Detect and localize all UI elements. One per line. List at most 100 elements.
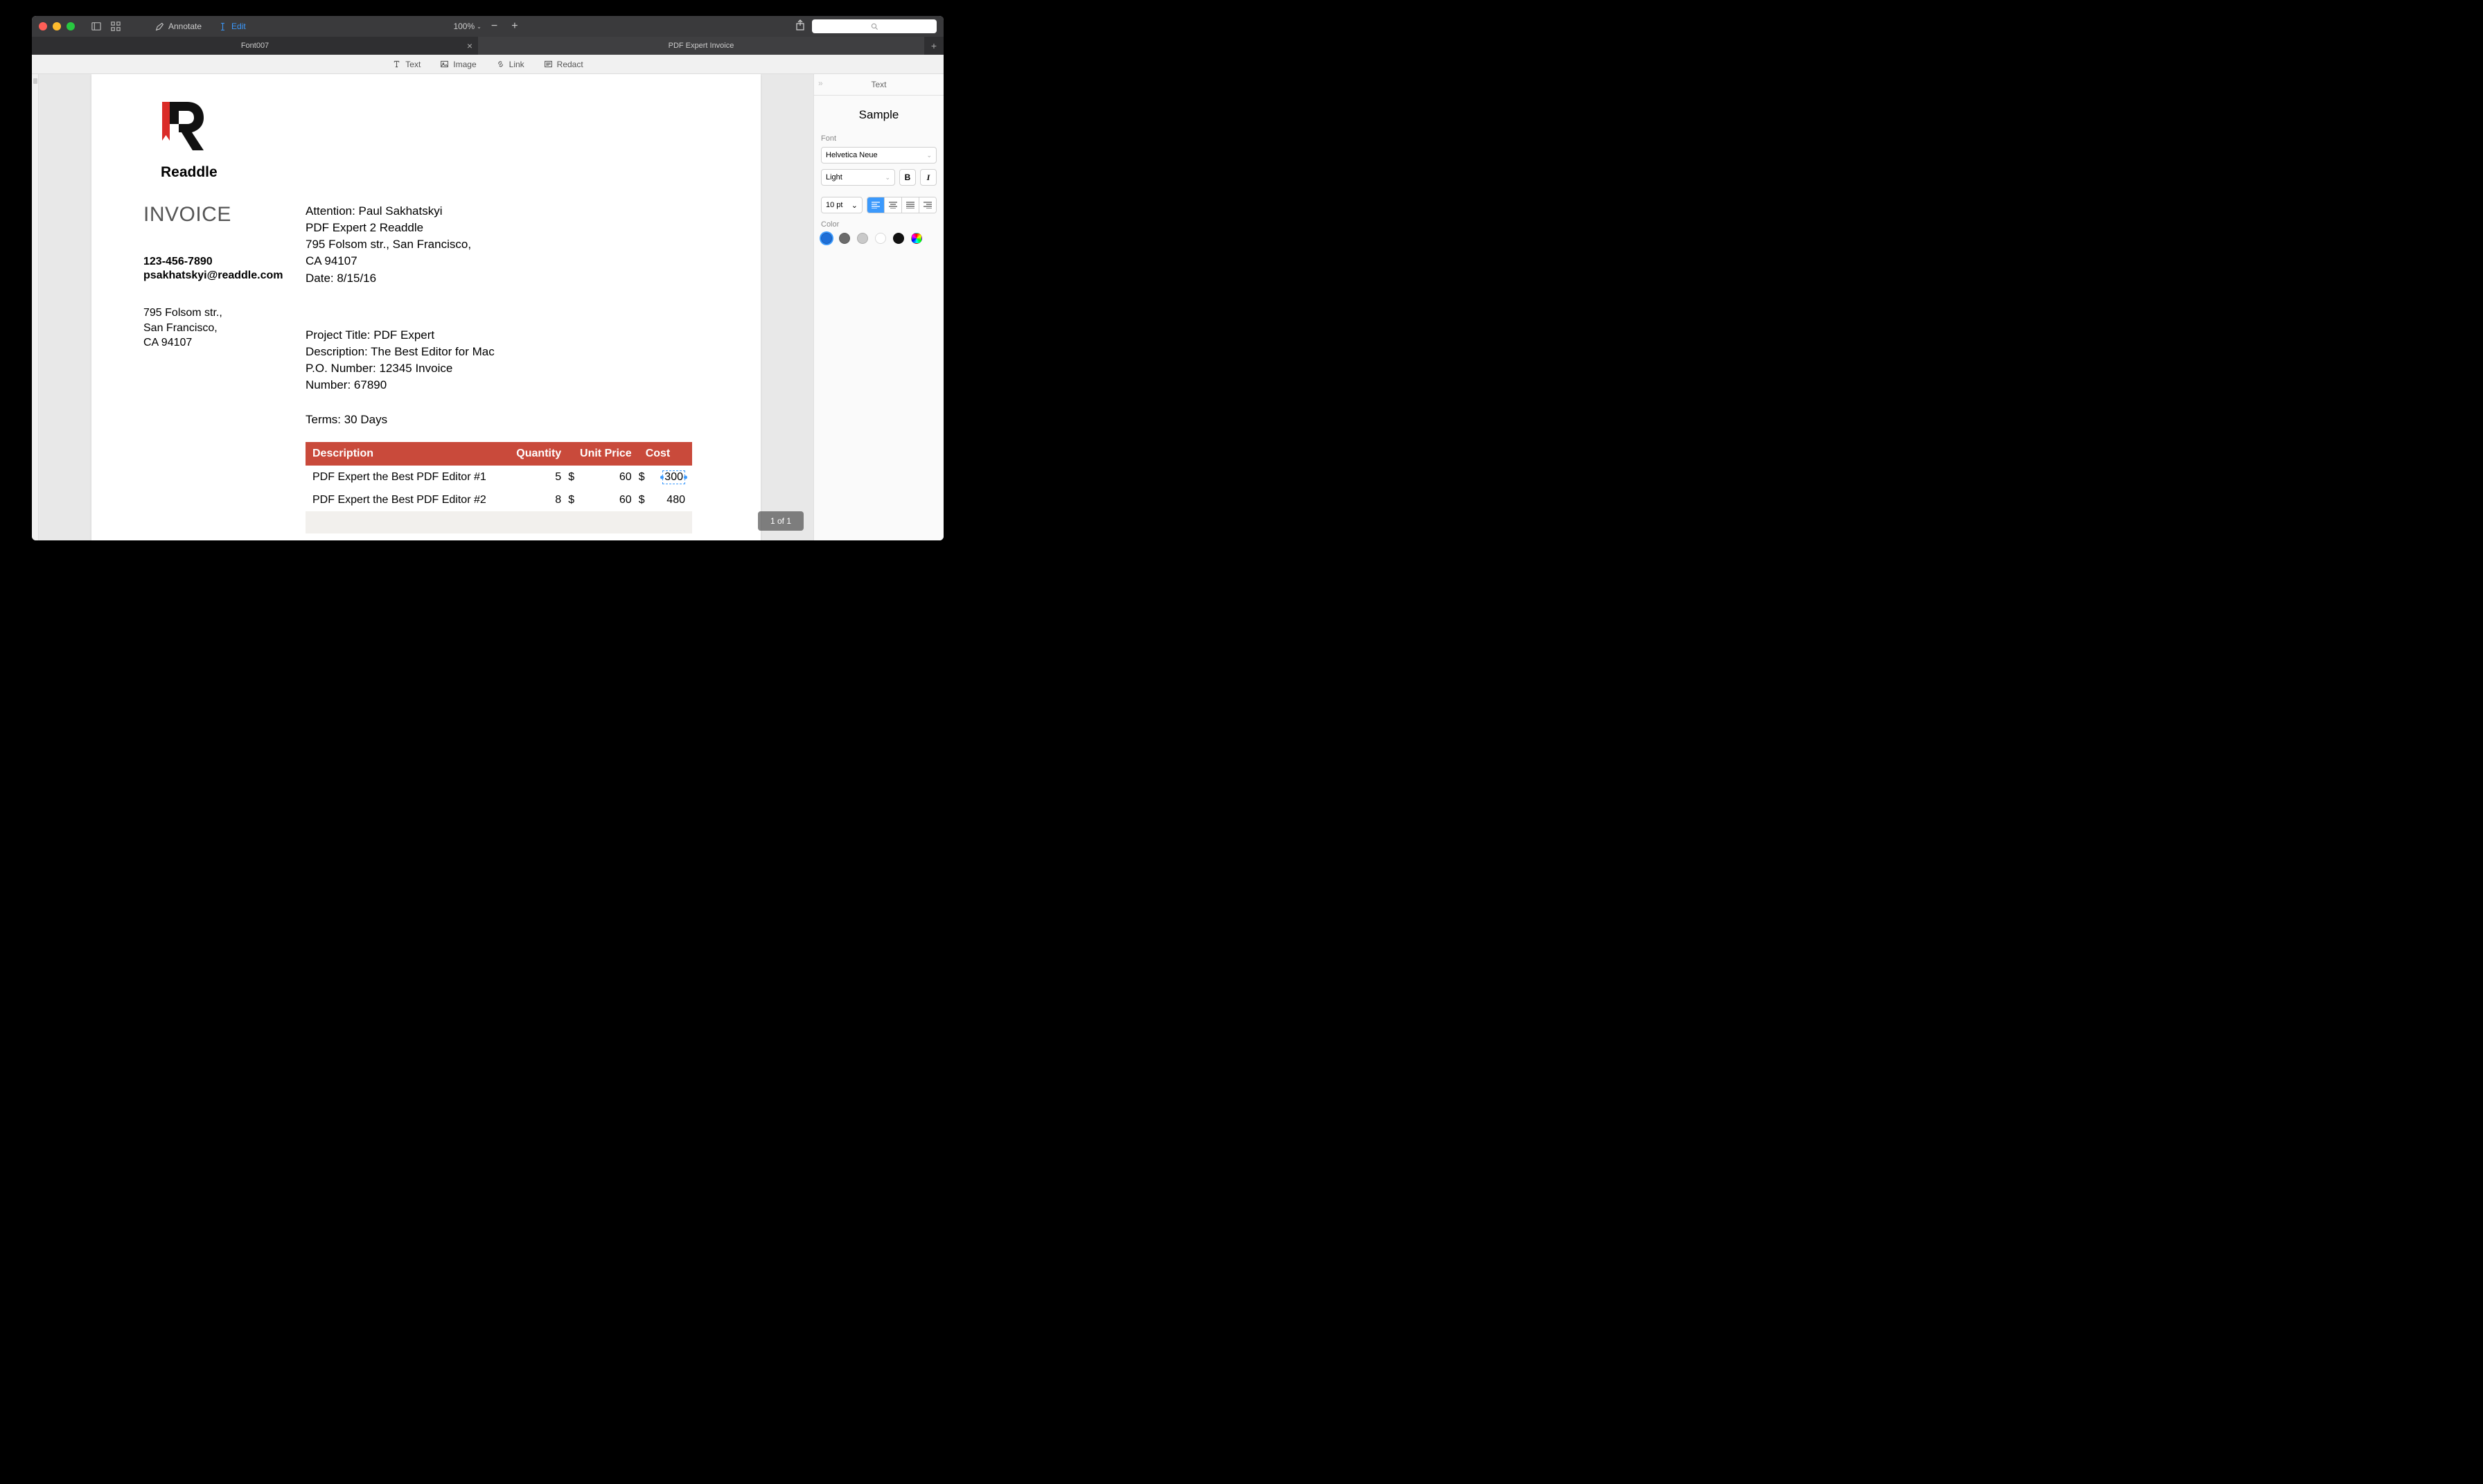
chevron-down-icon: ⌄: [851, 201, 858, 210]
align-center-button[interactable]: [885, 197, 902, 213]
align-justify-button[interactable]: [902, 197, 919, 213]
minimize-window-button[interactable]: [53, 22, 61, 30]
cell-price[interactable]: 60: [582, 466, 639, 489]
cell-cost-selected[interactable]: 300: [653, 466, 692, 489]
align-left-button[interactable]: [867, 197, 885, 213]
address: 795 Folsom str., San Francisco, CA 94107: [143, 306, 306, 351]
sidebar-toggle-icon[interactable]: [89, 19, 104, 34]
font-weight-select[interactable]: Light ⌄: [821, 169, 895, 186]
search-icon: [871, 23, 878, 30]
pen-icon: [155, 22, 164, 31]
tab-label: Font007: [241, 42, 269, 50]
color-swatch-blue[interactable]: [821, 233, 832, 244]
chevron-down-icon: ⌄: [926, 152, 932, 159]
traffic-lights: [39, 22, 75, 30]
cell-currency: $: [639, 489, 653, 511]
left-gutter[interactable]: [32, 74, 39, 540]
cell-qty[interactable]: 5: [509, 466, 568, 489]
zoom-selector[interactable]: 100% ⌄: [453, 21, 481, 31]
text-align-group: [867, 197, 937, 213]
invoice-table: Description Quantity Unit Price Cost PDF…: [306, 442, 692, 533]
email: psakhatskyi@readdle.com: [143, 270, 306, 282]
zoom-in-button[interactable]: +: [507, 20, 522, 33]
collapse-panel-icon[interactable]: »: [818, 78, 823, 88]
readdle-logo: [161, 102, 204, 153]
th-description: Description: [306, 442, 509, 466]
color-swatch-gray[interactable]: [839, 233, 850, 244]
project-block: Project Title: PDF Expert Description: T…: [306, 327, 709, 394]
font-family-select[interactable]: Helvetica Neue ⌄: [821, 147, 937, 164]
redact-tool[interactable]: Redact: [544, 60, 583, 69]
search-input[interactable]: [812, 19, 937, 33]
cell-price[interactable]: 60: [582, 489, 639, 511]
redact-tool-label: Redact: [557, 60, 583, 69]
document-tabs: Font007 × PDF Expert Invoice +: [32, 37, 944, 55]
th-quantity: Quantity: [509, 442, 568, 466]
color-label: Color: [821, 220, 937, 229]
color-swatch-white[interactable]: [875, 233, 886, 244]
annotate-label: Annotate: [168, 21, 202, 31]
edit-label: Edit: [231, 21, 246, 31]
text-icon: [392, 60, 401, 69]
company-name: Readdle: [161, 164, 709, 181]
bold-button[interactable]: B: [899, 169, 916, 186]
phone: 123-456-7890: [143, 256, 306, 268]
text-properties-panel: » Text Sample Font Helvetica Neue ⌄ Ligh…: [813, 74, 944, 540]
edit-mode[interactable]: Edit: [218, 21, 246, 31]
app-window: Annotate Edit 100% ⌄ − + Font00: [32, 16, 944, 540]
color-swatch-lightgray[interactable]: [857, 233, 868, 244]
add-tab-button[interactable]: +: [924, 37, 944, 55]
table-row: PDF Expert the Best PDF Editor #2 8 $ 60…: [306, 489, 692, 511]
redact-icon: [544, 60, 553, 69]
cell-desc[interactable]: PDF Expert the Best PDF Editor #2: [306, 489, 509, 511]
color-swatch-black[interactable]: [893, 233, 904, 244]
cell-qty[interactable]: 8: [509, 489, 568, 511]
document-viewport[interactable]: Readdle INVOICE 123-456-7890 psakhatskyi…: [39, 74, 813, 540]
invoice-title: INVOICE: [143, 203, 306, 227]
text-tool[interactable]: Text: [392, 60, 421, 69]
tab-invoice[interactable]: PDF Expert Invoice: [478, 37, 924, 55]
cell-currency: $: [568, 466, 582, 489]
th-cost: Cost: [639, 442, 692, 466]
close-tab-icon[interactable]: ×: [467, 40, 472, 51]
italic-button[interactable]: I: [920, 169, 937, 186]
image-icon: [440, 60, 449, 69]
zoom-controls: 100% ⌄ − +: [453, 20, 522, 33]
terms: Terms: 30 Days: [306, 413, 709, 427]
link-icon: [496, 60, 505, 69]
edit-toolbar: Text Image Link Redact: [32, 55, 944, 74]
link-tool-label: Link: [509, 60, 524, 69]
font-size-select[interactable]: 10 pt ⌄: [821, 197, 863, 213]
color-swatches: [821, 233, 937, 244]
panel-title: Text: [814, 74, 944, 96]
annotate-mode[interactable]: Annotate: [155, 21, 202, 31]
close-window-button[interactable]: [39, 22, 47, 30]
thumbnails-icon[interactable]: [108, 19, 123, 34]
titlebar: Annotate Edit 100% ⌄ − +: [32, 16, 944, 37]
table-row-empty: [306, 511, 692, 533]
tab-label: PDF Expert Invoice: [669, 42, 734, 50]
color-picker-button[interactable]: [911, 233, 922, 244]
chevron-down-icon: ⌄: [477, 24, 481, 30]
image-tool[interactable]: Image: [440, 60, 476, 69]
pdf-page: Readdle INVOICE 123-456-7890 psakhatskyi…: [91, 74, 761, 540]
font-label: Font: [821, 134, 937, 143]
fullscreen-window-button[interactable]: [67, 22, 75, 30]
content-area: Readdle INVOICE 123-456-7890 psakhatskyi…: [32, 74, 944, 540]
zoom-out-button[interactable]: −: [487, 20, 502, 33]
link-tool[interactable]: Link: [496, 60, 524, 69]
cell-cost[interactable]: 480: [653, 489, 692, 511]
zoom-value: 100%: [453, 21, 475, 31]
th-price: Unit Price: [568, 442, 639, 466]
chevron-down-icon: ⌄: [885, 174, 890, 182]
cell-desc[interactable]: PDF Expert the Best PDF Editor #1: [306, 466, 509, 489]
attention-block: Attention: Paul Sakhatskyi PDF Expert 2 …: [306, 203, 709, 287]
share-icon[interactable]: [795, 19, 805, 34]
sample-preview: Sample: [821, 108, 937, 122]
text-cursor-icon: [218, 22, 227, 31]
tab-font007[interactable]: Font007 ×: [32, 37, 478, 55]
align-right-button[interactable]: [919, 197, 936, 213]
cell-currency: $: [568, 489, 582, 511]
page-indicator: 1 of 1: [758, 511, 804, 531]
cell-currency: $: [639, 466, 653, 489]
